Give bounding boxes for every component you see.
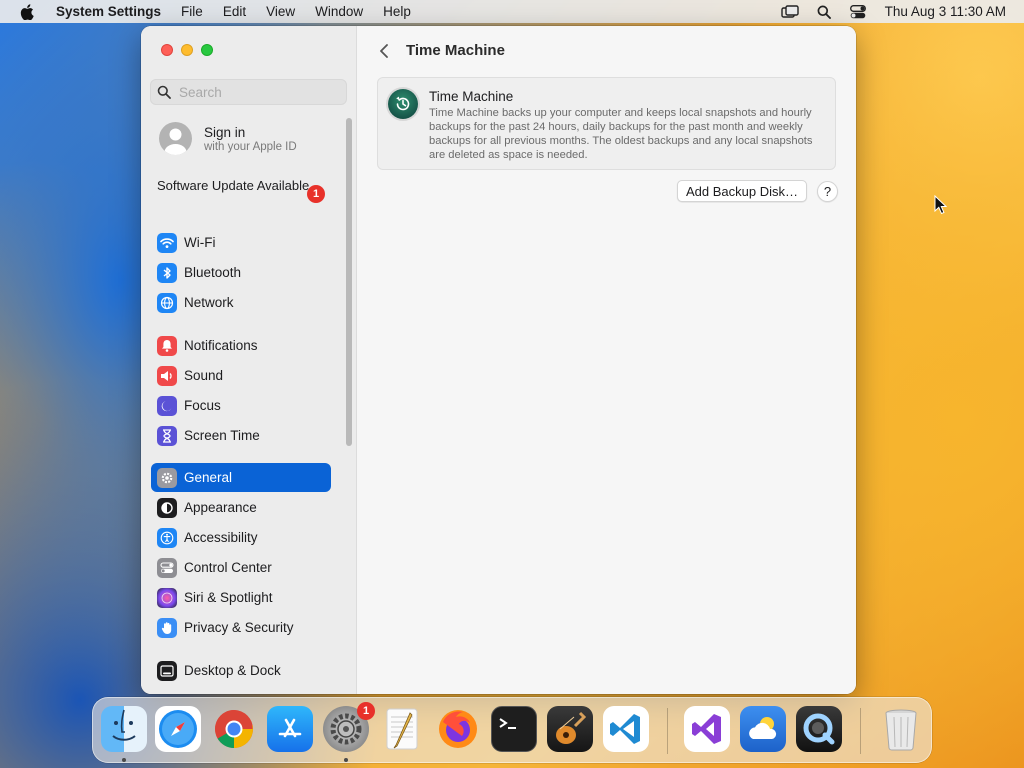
add-backup-disk-button[interactable]: Add Backup Disk…: [677, 180, 807, 202]
sidebar-item-bluetooth[interactable]: Bluetooth: [151, 258, 331, 287]
sidebar-item-accessibility[interactable]: Accessibility: [151, 523, 331, 552]
dock-weather-icon[interactable]: [740, 706, 786, 752]
settings-running-indicator: [344, 758, 348, 762]
sidebar-search[interactable]: [150, 79, 347, 105]
sidebar-item-screen-time[interactable]: Screen Time: [151, 421, 331, 450]
hand-icon: [157, 617, 177, 638]
sidebar-item-control-center[interactable]: Control Center: [151, 553, 331, 582]
toggle-icon: [157, 557, 177, 578]
update-badge: 1: [307, 185, 325, 203]
help-button[interactable]: ?: [817, 181, 838, 202]
dock-separator: [667, 708, 668, 754]
sidebar-item-label: Desktop & Dock: [184, 663, 281, 678]
sidebar-item-network[interactable]: Network: [151, 288, 331, 317]
sidebar-item-label: Focus: [184, 398, 221, 413]
gear-icon: [157, 467, 177, 488]
dock-quicktime-icon[interactable]: [796, 706, 842, 752]
menu-file[interactable]: File: [171, 0, 213, 23]
signin-title: Sign in: [204, 124, 246, 140]
wifi-icon: [157, 232, 177, 253]
speaker-icon: [157, 365, 177, 386]
siri-icon: [157, 587, 177, 608]
dock-visual-studio-icon[interactable]: [684, 706, 730, 752]
sidebar-item-sound[interactable]: Sound: [151, 361, 331, 390]
zoom-window-button[interactable]: [201, 44, 213, 56]
apple-menu-icon[interactable]: [16, 0, 38, 23]
back-chevron-icon[interactable]: [376, 42, 392, 60]
menu-edit[interactable]: Edit: [213, 0, 256, 23]
dock-firefox-icon[interactable]: [435, 706, 481, 752]
software-update-item[interactable]: Software Update Available: [157, 178, 327, 194]
dock-textedit-icon[interactable]: [379, 706, 425, 752]
system-settings-window: Sign in with your Apple ID Software Upda…: [141, 26, 856, 694]
dock-separator: [860, 708, 861, 754]
sidebar-item-siri-spotlight[interactable]: Siri & Spotlight: [151, 583, 331, 612]
dock-safari-icon[interactable]: [155, 706, 201, 752]
dock-app-store-icon[interactable]: [267, 706, 313, 752]
settings-badge: 1: [357, 702, 375, 720]
minimize-window-button[interactable]: [181, 44, 193, 56]
sidebar-item-label: General: [184, 470, 233, 485]
dock: 1: [92, 697, 932, 763]
time-machine-info-card: Time Machine Time Machine backs up your …: [377, 77, 836, 170]
mouse-cursor-icon: [934, 195, 948, 215]
sidebar-item-focus[interactable]: Focus: [151, 391, 331, 420]
sidebar: Sign in with your Apple ID Software Upda…: [141, 26, 357, 694]
dock-chrome-icon[interactable]: [211, 706, 257, 752]
sidebar-item-privacy-security[interactable]: Privacy & Security: [151, 613, 331, 642]
content-pane: Time Machine Time Machine Time Machine b…: [358, 26, 856, 694]
sidebar-item-label: Wi-Fi: [184, 235, 216, 250]
sidebar-item-general[interactable]: General: [151, 463, 331, 492]
apple-id-signin[interactable]: Sign in with your Apple ID: [159, 122, 297, 155]
search-icon: [157, 85, 171, 99]
sidebar-item-notifications[interactable]: Notifications: [151, 331, 331, 360]
screen-mirroring-icon[interactable]: [773, 0, 807, 23]
sidebar-item-label: Screen Time: [184, 428, 260, 443]
dock-terminal-icon[interactable]: [491, 706, 537, 752]
window-controls: [161, 44, 213, 56]
time-machine-description: Time Machine backs up your computer and …: [429, 107, 813, 161]
sidebar-item-label: Appearance: [184, 500, 257, 515]
sidebar-item-label: Control Center: [184, 560, 272, 575]
globe-icon: [157, 292, 177, 313]
dock-garageband-icon[interactable]: [547, 706, 593, 752]
sidebar-scrollbar[interactable]: [346, 118, 352, 446]
dock-icon: [157, 660, 177, 681]
dock-vscode-icon[interactable]: [603, 706, 649, 752]
time-machine-icon: [388, 89, 418, 119]
avatar: [159, 122, 192, 155]
signin-subtitle: with your Apple ID: [204, 140, 297, 153]
menu-help[interactable]: Help: [373, 0, 421, 23]
sidebar-item-label: Siri & Spotlight: [184, 590, 273, 605]
bluetooth-icon: [157, 262, 177, 283]
menu-window[interactable]: Window: [305, 0, 373, 23]
dock-finder-icon[interactable]: [101, 706, 147, 752]
sidebar-item-label: Sound: [184, 368, 224, 383]
menu-view[interactable]: View: [256, 0, 305, 23]
finder-running-indicator: [122, 758, 126, 762]
time-machine-card-title: Time Machine: [429, 89, 514, 104]
sidebar-item-label: Notifications: [184, 338, 258, 353]
sidebar-item-desktop-dock[interactable]: Desktop & Dock: [151, 656, 331, 685]
search-input[interactable]: [179, 84, 329, 100]
spotlight-search-icon[interactable]: [807, 0, 841, 23]
sidebar-item-wifi[interactable]: Wi-Fi: [151, 228, 331, 257]
accessibility-icon: [157, 527, 177, 548]
sidebar-item-label: Bluetooth: [184, 265, 242, 280]
page-title: Time Machine: [406, 42, 505, 59]
menu-app-name[interactable]: System Settings: [46, 0, 171, 23]
bell-icon: [157, 335, 177, 356]
sidebar-item-appearance[interactable]: Appearance: [151, 493, 331, 522]
sidebar-item-label: Privacy & Security: [184, 620, 294, 635]
close-window-button[interactable]: [161, 44, 173, 56]
control-center-icon[interactable]: [841, 0, 875, 23]
moon-icon: [157, 395, 177, 416]
menu-bar: System Settings File Edit View Window He…: [0, 0, 1024, 23]
dock-trash-icon[interactable]: [878, 706, 924, 752]
menu-clock[interactable]: Thu Aug 3 11:30 AM: [875, 4, 1024, 19]
hourglass-icon: [157, 425, 177, 446]
sidebar-item-label: Accessibility: [184, 530, 258, 545]
appearance-icon: [157, 497, 177, 518]
sidebar-item-label: Network: [184, 295, 234, 310]
